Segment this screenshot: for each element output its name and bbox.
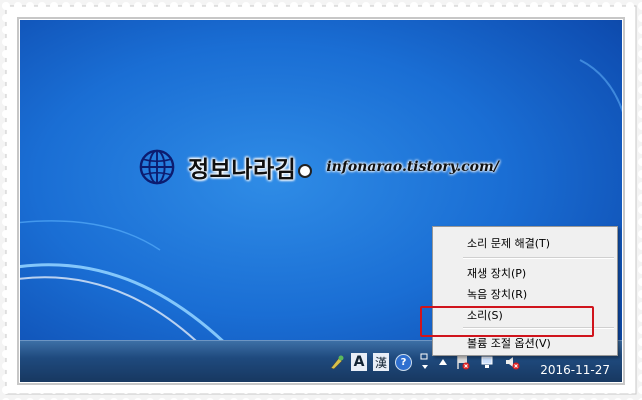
ime-help-icon[interactable]: ? xyxy=(395,353,412,371)
ime-hanja-button[interactable]: 漢 xyxy=(373,353,389,371)
menu-item-recording-devices[interactable]: 녹음 장치(R) xyxy=(467,286,527,302)
ime-tool-icon[interactable] xyxy=(329,354,345,370)
show-hidden-icons-icon[interactable] xyxy=(418,353,432,371)
menu-separator xyxy=(463,257,614,259)
watermark-brand: 정보나라김 infonarao.tistory.com/ xyxy=(138,148,499,186)
speaker-icon[interactable] xyxy=(502,354,522,370)
menu-item-troubleshoot[interactable]: 소리 문제 해결(T) xyxy=(467,235,550,251)
globe-icon xyxy=(139,149,175,185)
brand-dot xyxy=(298,164,313,178)
network-icon[interactable] xyxy=(478,354,496,370)
clock-date[interactable]: 2016-11-27 xyxy=(540,363,610,377)
brand-title: 정보나라김 xyxy=(188,157,297,183)
highlight-box xyxy=(420,306,594,337)
flag-icon[interactable] xyxy=(454,354,472,370)
menu-item-playback-devices[interactable]: 재생 장치(P) xyxy=(467,265,526,281)
brand-url: infonarao.tistory.com/ xyxy=(326,159,499,175)
menu-item-volume-options[interactable]: 볼륨 조절 옵션(V) xyxy=(467,335,551,351)
tray-up-arrow-icon[interactable] xyxy=(438,358,448,366)
ime-mode-button[interactable]: A xyxy=(351,353,367,371)
